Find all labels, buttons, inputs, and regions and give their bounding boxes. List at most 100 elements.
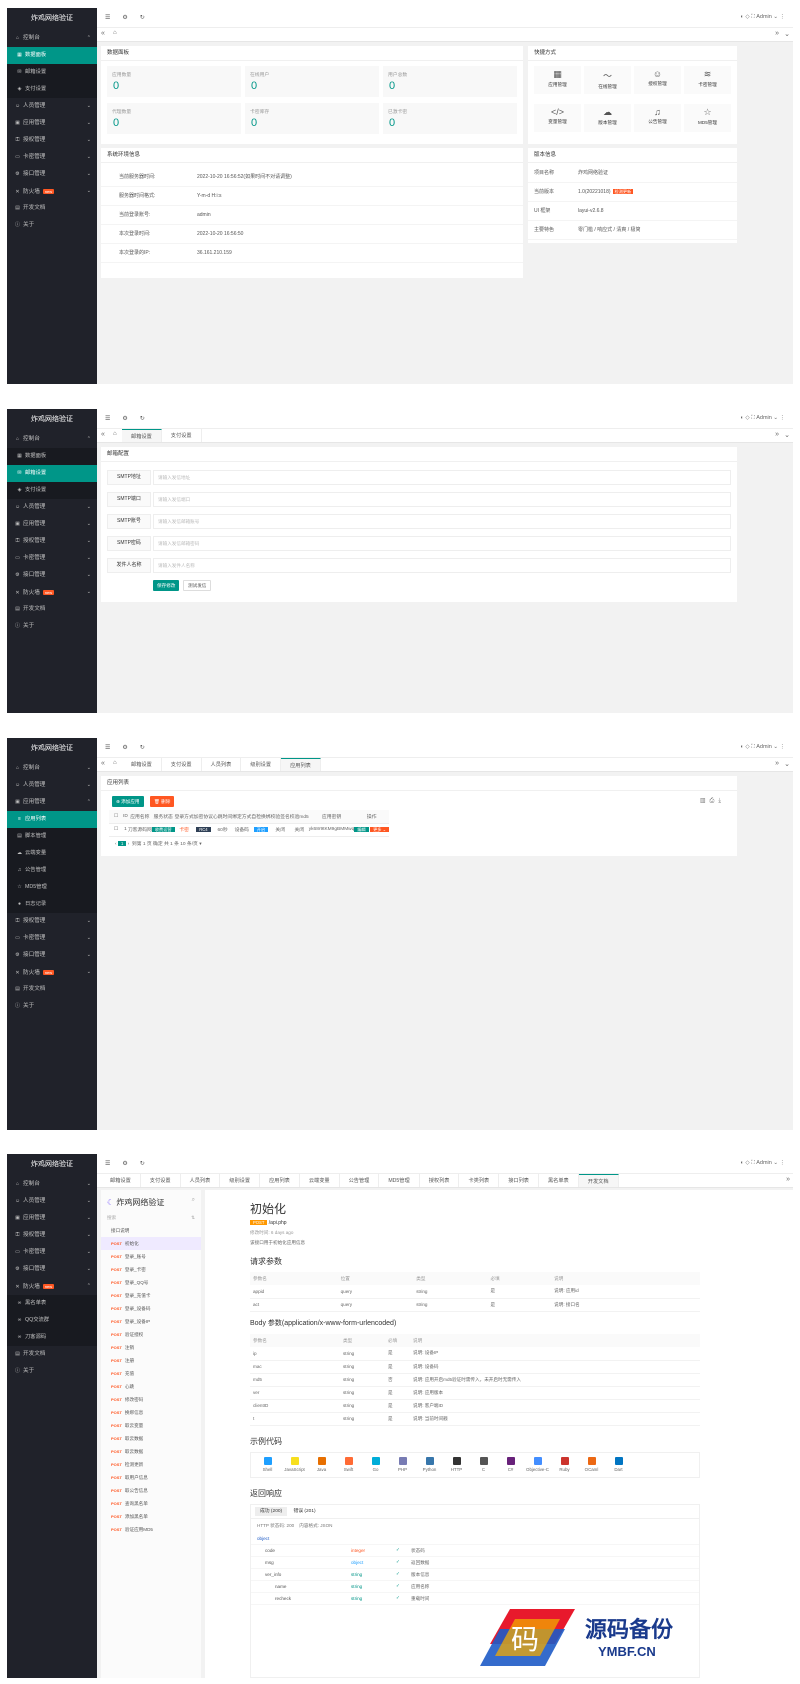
edit-button[interactable]: 编辑	[354, 826, 369, 832]
tabs-right-icon[interactable]: »	[783, 1176, 790, 1183]
tab-blacklist[interactable]: 黑名单表	[539, 1174, 579, 1187]
quick-card[interactable]: ≋ 卡密管理	[684, 66, 731, 94]
nav-console[interactable]: ⌂ 控制台 ⌄	[7, 1176, 97, 1193]
tab-mail[interactable]: 邮箱设置	[122, 758, 162, 771]
nav-dev[interactable]: ▤ 开发文档	[7, 1346, 97, 1363]
tab-cloud-var[interactable]: 云端变量	[300, 1174, 340, 1187]
more-button[interactable]: 更多 ⌄	[370, 826, 390, 832]
user-menu[interactable]: ◐ ◇ ⛶ Admin ⌄ ⋮	[741, 415, 785, 422]
nav-auth[interactable]: ⚿ 授权管理 ⌄	[7, 132, 97, 149]
nav-staff[interactable]: ☺ 人员管理 ⌄	[7, 1193, 97, 1210]
api-nav-item[interactable]: POST 查询黑名单	[101, 1497, 201, 1510]
tabs-left-icon[interactable]: «	[101, 760, 105, 767]
nav-card[interactable]: ▭ 卡密管理 ⌄	[7, 149, 97, 166]
api-nav-item[interactable]: POST 注册	[101, 1354, 201, 1367]
api-nav-item[interactable]: POST 检测更新	[101, 1458, 201, 1471]
quick-app[interactable]: ▦ 应用管理	[534, 66, 581, 94]
quick-notice[interactable]: ♫ 公告管理	[634, 104, 681, 132]
add-app-button[interactable]: ⊕ 添加应用	[112, 796, 144, 807]
nav-about[interactable]: ⓘ 关于	[7, 1363, 97, 1380]
nav-about[interactable]: ⓘ 关于	[7, 618, 97, 635]
tabs-menu-icon[interactable]: ⌄	[784, 760, 790, 768]
tab-level[interactable]: 级别设置	[220, 1174, 261, 1187]
tabs-menu-icon[interactable]: ⌄	[784, 431, 790, 439]
api-nav-item[interactable]: POST 注销	[101, 1341, 201, 1354]
lang-tab[interactable]: OCaml	[579, 1457, 604, 1472]
tabs-menu-icon[interactable]: ⌄	[784, 30, 790, 38]
nav-auth[interactable]: ⚿ 授权管理 ⌄	[7, 533, 97, 550]
tab-mail[interactable]: 邮箱设置	[101, 1174, 141, 1187]
nav-api[interactable]: ⚙ 接口管理 ⌄	[7, 166, 97, 183]
nav-qq-group[interactable]: ∞ QQ交流群	[7, 1312, 97, 1329]
lang-tab[interactable]: Java	[309, 1457, 334, 1472]
tab-dev-docs[interactable]: 开发文档	[578, 1174, 619, 1187]
home-tab-icon[interactable]: ⌂	[113, 431, 117, 437]
tab-staff[interactable]: 人员列表	[181, 1174, 221, 1187]
lang-tab[interactable]: Swift	[336, 1457, 361, 1472]
tabs-right-icon[interactable]: »	[775, 431, 779, 438]
quick-online[interactable]: 〜在线管理	[584, 66, 631, 94]
nav-pay[interactable]: ◈ 支付设置	[7, 482, 97, 499]
lang-tab[interactable]: Go	[363, 1457, 388, 1472]
lang-tab[interactable]: Python	[417, 1457, 442, 1472]
nav-app[interactable]: ▣ 应用管理 ⌄	[7, 1210, 97, 1227]
table-tools[interactable]: ▥⎙⤓	[700, 797, 725, 805]
nav-api[interactable]: ⚙ 接口管理 ⌄	[7, 567, 97, 584]
nav-script[interactable]: ▤ 脚本管理	[7, 828, 97, 845]
toolbar-icons[interactable]: ☰⚙↻	[105, 14, 157, 21]
user-menu[interactable]: ◐ ◇ ⛶ Admin ⌄ ⋮	[741, 14, 785, 21]
api-nav-item[interactable]: POST 登录_账号	[101, 1250, 201, 1263]
search-icon[interactable]: ⌕	[192, 1197, 195, 1204]
nav-notice[interactable]: ♫ 公告管理	[7, 862, 97, 879]
nav-console[interactable]: ⌂ 控制台 ⌃	[7, 431, 97, 448]
lang-tab[interactable]: Ruby	[552, 1457, 577, 1472]
lang-tab[interactable]: Objective-C	[525, 1457, 550, 1472]
nav-dashboard[interactable]: ▦ 数据面板	[7, 448, 97, 465]
nav-console[interactable]: ⌂ 控制台 ⌄	[7, 760, 97, 777]
lang-tab[interactable]: Dart	[606, 1457, 631, 1472]
home-tab-icon[interactable]: ⌂	[113, 30, 117, 36]
tab-card-type[interactable]: 卡类列表	[459, 1174, 500, 1187]
nav-api[interactable]: ⚙ 接口管理 ⌄	[7, 947, 97, 964]
nav-mail[interactable]: ✉ 邮箱设置	[7, 465, 97, 482]
smtp-account-input[interactable]: 请输入发信邮箱账号	[153, 514, 731, 529]
toolbar-icons[interactable]: ☰⚙↻	[105, 744, 157, 751]
api-nav-item[interactable]: POST 取云数据	[101, 1432, 201, 1445]
quick-var[interactable]: </> 变量管理	[534, 104, 581, 132]
api-nav-item[interactable]: POST 修改密码	[101, 1393, 201, 1406]
tab-staff[interactable]: 人员列表	[202, 758, 242, 771]
api-nav-item[interactable]: POST 取云数据	[101, 1445, 201, 1458]
tab-level[interactable]: 级别设置	[241, 758, 282, 771]
quick-md5[interactable]: ☆ MD5管理	[684, 104, 731, 132]
nav-firewall[interactable]: ✕ 防火墙 new ⌃	[7, 1278, 97, 1295]
nav-blacklist[interactable]: ∞ 黑名单表	[7, 1295, 97, 1312]
api-nav-item[interactable]: POST 换绑信息	[101, 1406, 201, 1419]
lang-tab[interactable]: HTTP	[444, 1457, 469, 1472]
lang-tab[interactable]: C#	[498, 1457, 523, 1472]
api-nav-item[interactable]: POST 登录_卡密	[101, 1263, 201, 1276]
tab-api-list[interactable]: 接口列表	[499, 1174, 539, 1187]
nav-knife[interactable]: ∞ 刀客源码	[7, 1329, 97, 1346]
nav-dev[interactable]: ▤ 开发文档	[7, 601, 97, 618]
pagination[interactable]: ‹ 1 › 到第 1 页 确定 共 1 条 10 条/页 ▾	[115, 840, 202, 847]
api-nav-item[interactable]: POST 添加黑名单	[101, 1510, 201, 1523]
nav-cloud-var[interactable]: ☁ 云端变量	[7, 845, 97, 862]
tabs-right-icon[interactable]: »	[775, 30, 779, 37]
api-nav-item[interactable]: POST 验证授权	[101, 1328, 201, 1341]
tab-app-list[interactable]: 应用列表	[281, 758, 321, 771]
quick-version[interactable]: ☁ 版本管理	[584, 104, 631, 132]
lang-tab[interactable]: PHP	[390, 1457, 415, 1472]
api-nav-item[interactable]: POST 取云变量	[101, 1419, 201, 1432]
smtp-port-input[interactable]: 请输入发信端口	[153, 492, 731, 507]
lang-tab[interactable]: JavaScript	[282, 1457, 307, 1472]
nav-firewall[interactable]: ✕ 防火墙 new ⌄	[7, 964, 97, 981]
toolbar-icons[interactable]: ☰⚙↻	[105, 1160, 157, 1167]
nav-card[interactable]: ▭ 卡密管理 ⌄	[7, 1244, 97, 1261]
resp-tab-error[interactable]: 错误 (201)	[288, 1507, 320, 1516]
nav-console[interactable]: ⌂ 控制台 ⌃	[7, 30, 97, 47]
row-checkbox[interactable]: ☐	[109, 823, 123, 837]
save-button[interactable]: 保存修改	[153, 580, 180, 591]
delete-button[interactable]: 🗑 删除	[150, 796, 175, 807]
nav-app[interactable]: ▣ 应用管理 ⌃	[7, 794, 97, 811]
nav-api[interactable]: ⚙ 接口管理 ⌄	[7, 1261, 97, 1278]
